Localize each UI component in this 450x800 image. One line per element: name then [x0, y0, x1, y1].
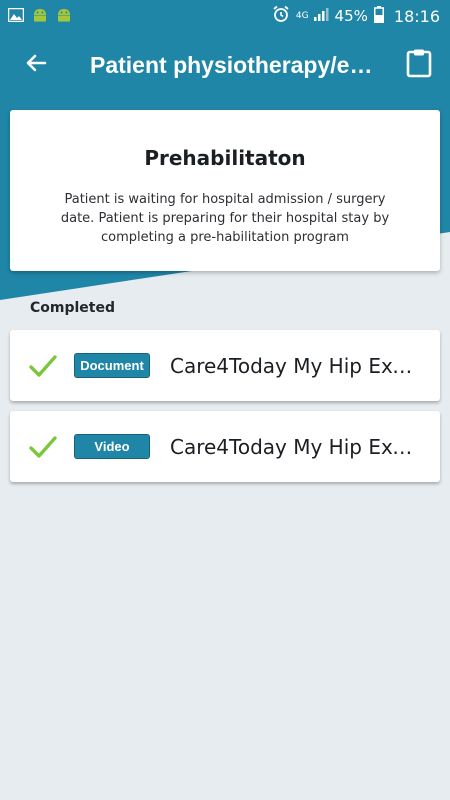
- battery-percent: 45%: [334, 7, 368, 25]
- list-item[interactable]: Video Care4Today My Hip Exe…: [10, 411, 440, 482]
- image-icon: [7, 7, 25, 26]
- back-button[interactable]: [20, 49, 52, 81]
- check-icon: [28, 432, 58, 462]
- item-title: Care4Today My Hip Exe…: [170, 353, 420, 378]
- clock: 18:16: [393, 6, 440, 26]
- clipboard-button[interactable]: [402, 48, 436, 82]
- android-icon: [32, 6, 48, 26]
- android-icon: [56, 6, 72, 26]
- status-notifications: [7, 6, 72, 26]
- status-bar: 4G 45% 18:16: [0, 0, 450, 32]
- signal-icon: [313, 6, 329, 26]
- phase-description: Patient is waiting for hospital admissio…: [60, 192, 390, 245]
- item-type-badge: Video: [74, 434, 150, 459]
- phase-card: Prehabilitaton Patient is waiting for ho…: [10, 110, 440, 271]
- phase-title: Prehabilitaton: [144, 146, 306, 170]
- completed-item-list: Document Care4Today My Hip Exe… Video Ca…: [10, 330, 440, 492]
- item-type-badge: Document: [74, 353, 150, 378]
- network-type: 4G: [295, 10, 309, 21]
- clipboard-icon: [406, 48, 432, 82]
- arrow-left-icon: [24, 51, 48, 79]
- list-item[interactable]: Document Care4Today My Hip Exe…: [10, 330, 440, 401]
- section-label-completed: Completed: [30, 300, 116, 316]
- check-icon: [28, 351, 58, 381]
- battery-icon: [373, 5, 384, 27]
- app-bar: Patient physiotherapy/e…: [0, 32, 450, 98]
- status-indicators: 4G 45% 18:16: [272, 5, 440, 27]
- alarm-icon: [272, 5, 290, 27]
- page-title: Patient physiotherapy/e…: [90, 51, 373, 78]
- item-title: Care4Today My Hip Exe…: [170, 434, 420, 459]
